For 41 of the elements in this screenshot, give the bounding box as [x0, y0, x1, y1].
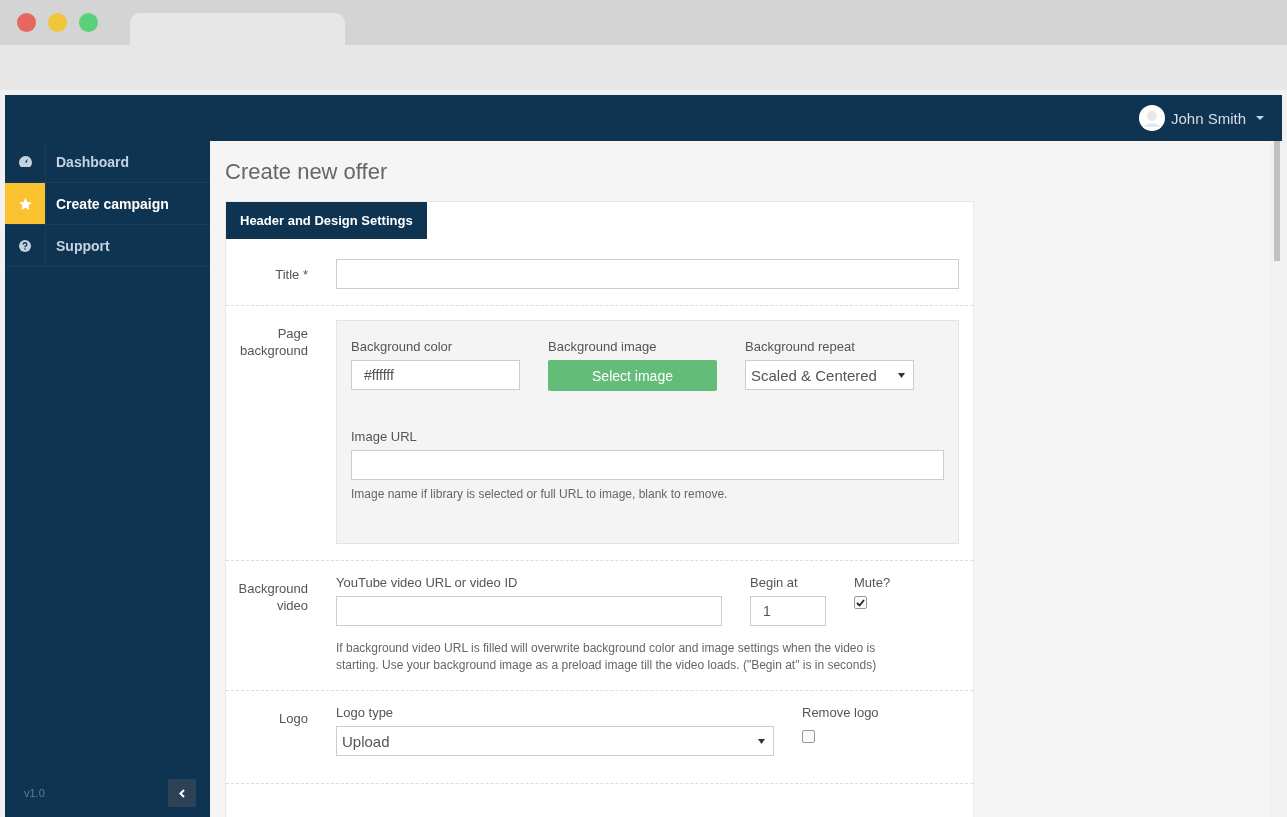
field-label: Image URL	[351, 429, 418, 444]
chevron-left-icon	[179, 788, 185, 798]
field-label: Begin at	[750, 575, 799, 590]
field-label: Background repeat	[745, 339, 856, 354]
logo-type-select[interactable]: Upload	[336, 726, 774, 756]
avatar-icon	[1138, 105, 1165, 131]
repeat-select[interactable]: Scaled & Centered	[745, 360, 914, 390]
dropdown-arrow-icon	[898, 372, 905, 378]
field-label: Background video	[237, 580, 309, 615]
help-text: Image name if library is selected or full URL to image, blank to remove.	[351, 486, 729, 503]
help-text: If background video URL is filled will overwrite background color and image settings when the video is starting. Use your background image as a preload image till the video loads. ("Begin at" is in seconds)	[336, 640, 878, 674]
sidebar-item[interactable]: Create campaign	[5, 183, 210, 225]
field-label: Background color	[351, 339, 454, 354]
begin-at-input[interactable]: 1	[750, 596, 826, 626]
close-window-dot[interactable]	[17, 13, 36, 32]
caret-icon	[1256, 116, 1264, 120]
field-label: Logo	[278, 710, 309, 728]
image-url-input[interactable]	[351, 450, 944, 480]
minimize-window-dot[interactable]	[48, 13, 67, 32]
star-icon	[18, 197, 32, 210]
remove-logo-checkbox[interactable]	[802, 730, 815, 743]
section-tab[interactable]: Header and Design Settings	[226, 202, 427, 239]
help-icon	[19, 239, 31, 252]
maximize-window-dot[interactable]	[79, 13, 98, 32]
field-label: Background image	[548, 339, 658, 354]
field-label: Title *	[274, 266, 309, 284]
field-label: Logo type	[336, 705, 395, 720]
version-label: v1.0	[24, 787, 45, 799]
field-label: Remove logo	[802, 705, 879, 720]
color-input[interactable]: #ffffff	[351, 360, 520, 390]
video-url-input[interactable]	[336, 596, 722, 626]
field-label: Page background	[239, 325, 309, 360]
gauge-icon	[18, 156, 32, 167]
field-label: YouTube video URL or video ID	[336, 575, 519, 590]
mute-checkbox[interactable]	[854, 596, 867, 609]
user-menu[interactable]: John Smith	[1138, 105, 1264, 131]
field-label: Mute?	[854, 575, 891, 590]
dropdown-arrow-icon	[758, 738, 765, 744]
collapse-sidebar-button[interactable]	[168, 779, 196, 807]
page-title: Create new offer	[225, 159, 389, 185]
title-input[interactable]	[336, 259, 959, 289]
